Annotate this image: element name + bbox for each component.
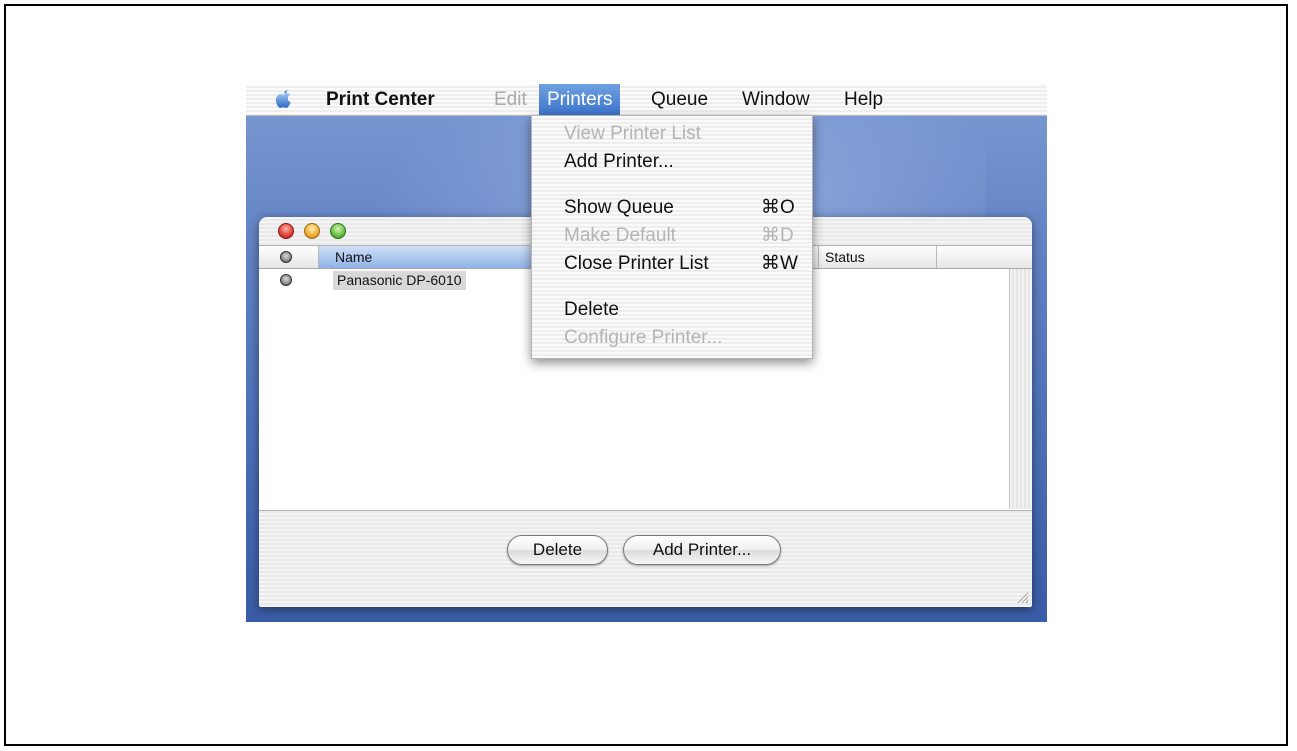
menu-item-configure-printer[interactable]: Configure Printer... (532, 325, 812, 351)
menu-item-make-default[interactable]: Make Default ⌘D (532, 223, 812, 249)
delete-button[interactable]: Delete (507, 535, 608, 565)
menu-item-add-printer[interactable]: Add Printer... (532, 149, 812, 175)
printer-name: Panasonic DP-6010 (333, 271, 466, 290)
menu-item-label: Delete (564, 299, 619, 320)
menu-item-label: Show Queue (564, 197, 674, 218)
printer-status-icon (280, 274, 292, 286)
menu-item-label: View Printer List (564, 123, 701, 144)
menu-item-label: Close Printer List (564, 253, 709, 274)
menu-window[interactable]: Window (734, 84, 818, 115)
menu-app-name[interactable]: Print Center (318, 84, 443, 115)
menu-printers[interactable]: Printers (539, 84, 621, 115)
minimize-window-button[interactable] (304, 223, 320, 239)
header-status-label: Status (825, 249, 865, 265)
resize-grip[interactable] (1016, 591, 1028, 603)
menu-item-shortcut: ⌘W (761, 253, 798, 274)
zoom-window-button[interactable] (330, 223, 346, 239)
printers-menu: View Printer List Add Printer... Show Qu… (531, 115, 813, 359)
menu-item-label: Add Printer... (564, 151, 674, 172)
menu-queue[interactable]: Queue (643, 84, 716, 115)
menu-help[interactable]: Help (836, 84, 891, 115)
menu-item-shortcut: ⌘D (761, 225, 794, 246)
menu-item-view-printer-list[interactable]: View Printer List (532, 121, 812, 147)
menu-bar: Print Center Edit Printers Queue Window … (246, 84, 1047, 116)
vertical-scrollbar[interactable] (1009, 269, 1032, 509)
header-name-label: Name (335, 249, 373, 265)
desktop-screen: Print Center Edit Printers Queue Window … (246, 84, 1047, 622)
menu-item-delete[interactable]: Delete (532, 297, 812, 323)
menu-edit[interactable]: Edit (486, 84, 535, 115)
menu-item-label: Configure Printer... (564, 327, 723, 348)
close-window-button[interactable] (278, 223, 294, 239)
apple-menu-icon[interactable] (272, 87, 296, 111)
add-printer-button[interactable]: Add Printer... (623, 535, 781, 565)
menu-item-shortcut: ⌘O (761, 197, 795, 218)
menu-item-show-queue[interactable]: Show Queue ⌘O (532, 195, 812, 221)
default-printer-header-icon (280, 251, 292, 263)
header-status-column[interactable]: Status (819, 246, 937, 268)
header-default-column[interactable] (259, 246, 319, 268)
menu-item-label: Make Default (564, 225, 676, 246)
menu-item-close-printer-list[interactable]: Close Printer List ⌘W (532, 251, 812, 277)
